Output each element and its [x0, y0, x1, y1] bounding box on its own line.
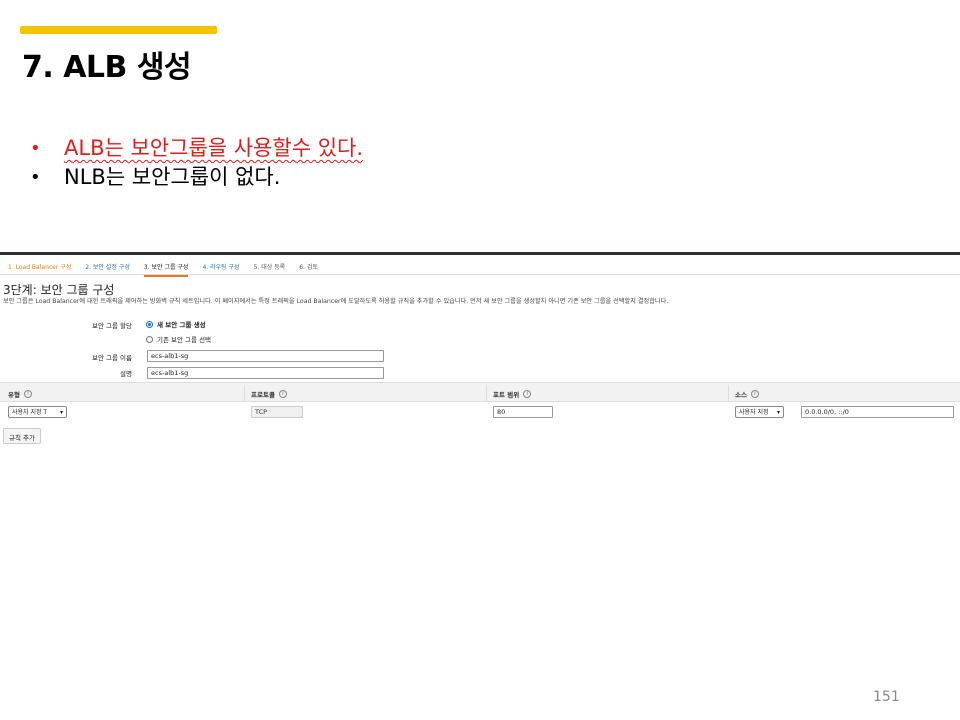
sg-desc-input[interactable]: ecs-alb1-sg [147, 367, 384, 379]
radio-existing-sg-label: 기존 보안 그룹 선택 [157, 336, 212, 344]
rule-source-input[interactable]: 0.0.0.0/0, ::/0 [801, 406, 954, 418]
title-accent-bar [20, 26, 217, 34]
bullet-list: • ALB는 보안그룹을 사용할수 있다. • NLB는 보안그룹이 없다. [30, 134, 363, 192]
column-divider [486, 385, 487, 401]
radio-new-sg-label: 새 보안 그룹 생성 [157, 321, 206, 329]
rule-port-input[interactable]: 80 [493, 406, 553, 418]
rule-source-select-value: 사용자 지정 [739, 408, 769, 416]
col-protocol-label: 프로토콜 [251, 391, 275, 399]
radio-selected-icon[interactable] [146, 320, 153, 328]
bullet-item-alb: • ALB는 보안그룹을 사용할수 있다. [30, 134, 363, 163]
sg-name-input[interactable]: ecs-alb1-sg [147, 350, 384, 362]
col-port: 포트 범위 i [493, 389, 532, 399]
console-top-border [0, 252, 960, 255]
chevron-down-icon: ▾ [59, 408, 63, 416]
bullet-text-nlb: NLB는 보안그룹이 없다. [64, 165, 281, 189]
info-icon[interactable]: i [278, 390, 287, 398]
chevron-down-icon: ▾ [776, 408, 780, 416]
sg-desc-label: 설명 [120, 370, 132, 378]
bullet-marker: • [30, 167, 41, 188]
col-type: 유형 i [8, 389, 32, 399]
col-protocol: 프로토콜 i [251, 389, 287, 399]
column-divider [244, 385, 245, 401]
rules-table-header: 유형 i 프로토콜 i 포트 범위 i 소스 i [0, 382, 960, 402]
bullet-marker: • [30, 138, 41, 159]
assign-sg-label: 보안 그룹 할당 [91, 322, 132, 330]
rule-type-value: 사용자 지정 T [12, 408, 48, 416]
col-type-label: 유형 [8, 391, 20, 399]
col-source: 소스 i [735, 389, 759, 399]
radio-new-sg[interactable]: 새 보안 그룹 생성 [146, 319, 206, 329]
radio-unselected-icon[interactable] [146, 335, 153, 343]
info-icon[interactable]: i [23, 390, 32, 398]
rule-protocol-field: TCP [251, 406, 303, 418]
bullet-text-alb: ALB는 보안그룹을 사용할수 있다. [64, 136, 364, 160]
radio-existing-sg[interactable]: 기존 보안 그룹 선택 [146, 334, 211, 344]
rule-type-select[interactable]: 사용자 지정 T ▾ [8, 406, 67, 418]
page-number: 151 [873, 689, 900, 705]
sg-name-label: 보안 그룹 이름 [91, 354, 132, 362]
rule-source-select[interactable]: 사용자 지정 ▾ [735, 406, 784, 418]
info-icon[interactable]: i [523, 390, 532, 398]
wizard-divider [0, 274, 960, 275]
col-port-label: 포트 범위 [493, 391, 520, 399]
slide-title: 7. ALB 생성 [22, 50, 192, 85]
bullet-item-nlb: • NLB는 보안그룹이 없다. [30, 163, 363, 192]
section-description: 보안 그룹은 Load Balancer에 대한 트래픽을 제어하는 방화벽 규… [3, 298, 669, 305]
aws-console-screenshot: 1. Load Balancer 구성 2. 보안 설정 구성 3. 보안 그룹… [0, 252, 960, 448]
add-rule-button[interactable]: 규칙 추가 [3, 428, 41, 444]
col-source-label: 소스 [735, 391, 747, 399]
info-icon[interactable]: i [750, 390, 759, 398]
column-divider [728, 385, 729, 401]
